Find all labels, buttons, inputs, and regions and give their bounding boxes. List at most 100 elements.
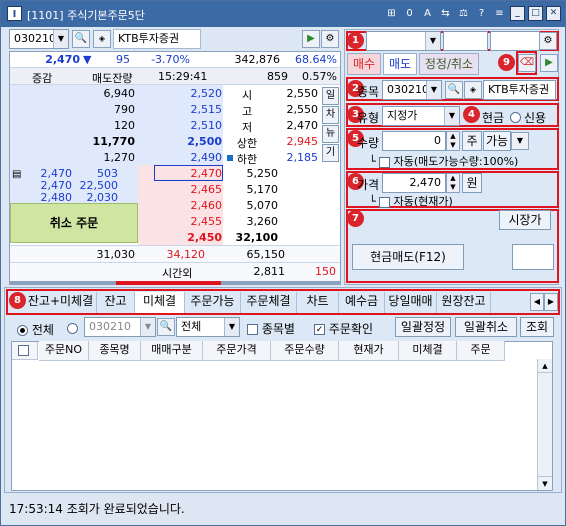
ask-price[interactable]: 2,500	[138, 135, 222, 148]
gear-icon[interactable]: ⚙	[539, 32, 557, 50]
stock-type-icon[interactable]: ◈	[464, 81, 482, 99]
market-price-button[interactable]: 시장가	[499, 210, 551, 230]
bid-price[interactable]: 2,450	[138, 231, 222, 244]
link-icon[interactable]: ⇆	[438, 6, 453, 21]
tab-4[interactable]: 주문체결	[241, 292, 297, 313]
column-header[interactable]: 주문NO	[39, 341, 89, 361]
qty-input[interactable]: 0	[382, 131, 446, 151]
font-icon[interactable]: A	[420, 6, 435, 21]
column-header[interactable]: 미체결	[399, 341, 457, 361]
column-header[interactable]: 현재가	[339, 341, 399, 361]
search-icon[interactable]: 🔍	[445, 81, 463, 99]
tab-sell[interactable]: 매도	[383, 53, 417, 75]
credit-option[interactable]: 신용	[524, 109, 546, 126]
tab-prev-icon[interactable]: ◀	[530, 293, 544, 311]
chevron-down-icon[interactable]: ▼	[140, 318, 155, 336]
column-header[interactable]: 주문	[457, 341, 505, 361]
qty-unit-button[interactable]: 주	[462, 131, 482, 151]
qty-available-button[interactable]: 가능	[483, 131, 511, 151]
column-header[interactable]: 주문가격	[203, 341, 271, 361]
eraser-icon[interactable]: ⌫	[518, 54, 536, 72]
minimize-button[interactable]: _	[510, 6, 525, 21]
next-arrow-icon[interactable]: ▶	[540, 54, 558, 72]
next-arrow-icon[interactable]: ▶	[302, 30, 320, 48]
submit-extra-field[interactable]	[512, 244, 554, 270]
zero-icon[interactable]: 0	[402, 6, 417, 21]
sell-submit-button[interactable]: 현금매도(F12)	[352, 244, 464, 270]
filter-code-combo[interactable]: 030210 ▼	[84, 317, 156, 337]
vertical-scrollbar[interactable]: ▲ ▼	[537, 359, 552, 490]
column-header[interactable]: 주문수량	[271, 341, 339, 361]
chevron-down-icon[interactable]: ▼	[511, 132, 529, 150]
list-icon[interactable]: ▤	[12, 169, 21, 180]
ask-price[interactable]: 2,510	[138, 119, 223, 132]
bid-price[interactable]: 2,465	[138, 183, 223, 196]
bulk-cancel-button[interactable]: 일괄취소	[455, 317, 517, 337]
ask-price[interactable]: 2,515	[138, 103, 223, 116]
chevron-down-icon[interactable]: ▼	[224, 318, 239, 336]
tab-next-icon[interactable]: ▶	[544, 293, 558, 311]
stock-code-combo[interactable]: 030210 ▼	[9, 29, 69, 49]
tab-0[interactable]: 잔고+미체결	[25, 292, 97, 313]
tab-buy[interactable]: 매수	[347, 53, 381, 75]
chevron-down-icon[interactable]: ▼	[53, 30, 68, 48]
price-label: 가격	[357, 178, 380, 192]
cancel-order-button[interactable]: 취소 주문	[10, 203, 138, 243]
tab-7[interactable]: 당일매매	[385, 292, 437, 313]
help-icon[interactable]: ?	[474, 6, 489, 21]
ask-price[interactable]: 2,520	[138, 87, 223, 100]
tab-1[interactable]: 잔고	[97, 292, 135, 313]
by-stock-checkbox[interactable]	[247, 324, 258, 335]
auto-price-checkbox[interactable]	[379, 196, 391, 208]
tab-5[interactable]: 차트	[297, 292, 339, 313]
tab-3[interactable]: 주문가능	[185, 292, 241, 313]
cash-option[interactable]: 현금	[482, 109, 504, 126]
confirm-option[interactable]: ✓ 주문확인	[314, 320, 373, 337]
chart-button[interactable]: 차	[322, 106, 339, 124]
settings-icon[interactable]: ⚖	[456, 6, 471, 21]
credit-radio[interactable]	[510, 110, 521, 123]
chevron-down-icon[interactable]: ▼	[425, 32, 440, 50]
search-icon[interactable]: 🔍	[72, 30, 90, 48]
tab-2[interactable]: 미체결	[135, 292, 185, 313]
account-field[interactable]	[443, 31, 488, 51]
chevron-down-icon[interactable]: ▼	[444, 107, 459, 125]
tab-8[interactable]: 원장잔고	[437, 292, 491, 313]
sum-ask: 31,030	[96, 248, 136, 261]
filter-stock-radio[interactable]	[67, 321, 78, 334]
price-spinner[interactable]: ▲ ▼	[446, 173, 460, 193]
menu-icon[interactable]: ≡	[492, 6, 507, 21]
order-stock-code[interactable]: 030210 ▼	[382, 80, 442, 100]
bid-price[interactable]: 2,460	[138, 199, 223, 212]
tab-6[interactable]: 예수금	[339, 292, 385, 313]
filter-all-radio[interactable]: 전체	[17, 321, 54, 338]
confirm-checkbox[interactable]: ✓	[314, 324, 325, 335]
query-button[interactable]: 조회	[520, 317, 554, 337]
maximize-button[interactable]: □	[528, 6, 543, 21]
gear-icon[interactable]: ⚙	[321, 30, 339, 48]
column-header[interactable]: 매매구분	[141, 341, 203, 361]
price-unit-button[interactable]: 원	[462, 173, 482, 193]
close-button[interactable]: ✕	[546, 6, 561, 21]
password-field[interactable]	[490, 31, 540, 51]
info-button[interactable]: 기	[322, 144, 339, 162]
bid-price[interactable]: 2,455	[138, 215, 223, 228]
news-button[interactable]: 뉴	[322, 125, 339, 143]
select-all-checkbox[interactable]	[18, 345, 29, 356]
qty-spinner[interactable]: ▲ ▼	[446, 131, 460, 151]
column-header[interactable]: 종목명	[89, 341, 141, 361]
stock-type-icon[interactable]: ◈	[93, 30, 111, 48]
filter-type-combo[interactable]: 전체 ▼	[176, 317, 240, 337]
order-type-combo[interactable]: 지정가 ▼	[382, 106, 460, 126]
price-input[interactable]: 2,470	[382, 173, 446, 193]
daily-button[interactable]: 일	[322, 87, 339, 105]
by-stock-option[interactable]: 종목별	[247, 320, 295, 337]
ask-price[interactable]: 2,490	[138, 151, 223, 164]
chevron-down-icon[interactable]: ▼	[426, 81, 441, 99]
bulk-modify-button[interactable]: 일괄정정	[395, 317, 451, 337]
auto-qty-checkbox[interactable]	[379, 156, 391, 168]
grid-icon[interactable]: ⊞	[384, 6, 399, 21]
search-icon[interactable]: 🔍	[157, 318, 175, 336]
tab-modify-cancel[interactable]: 정정/취소	[419, 53, 479, 75]
account-combo[interactable]: ▼	[366, 31, 441, 51]
